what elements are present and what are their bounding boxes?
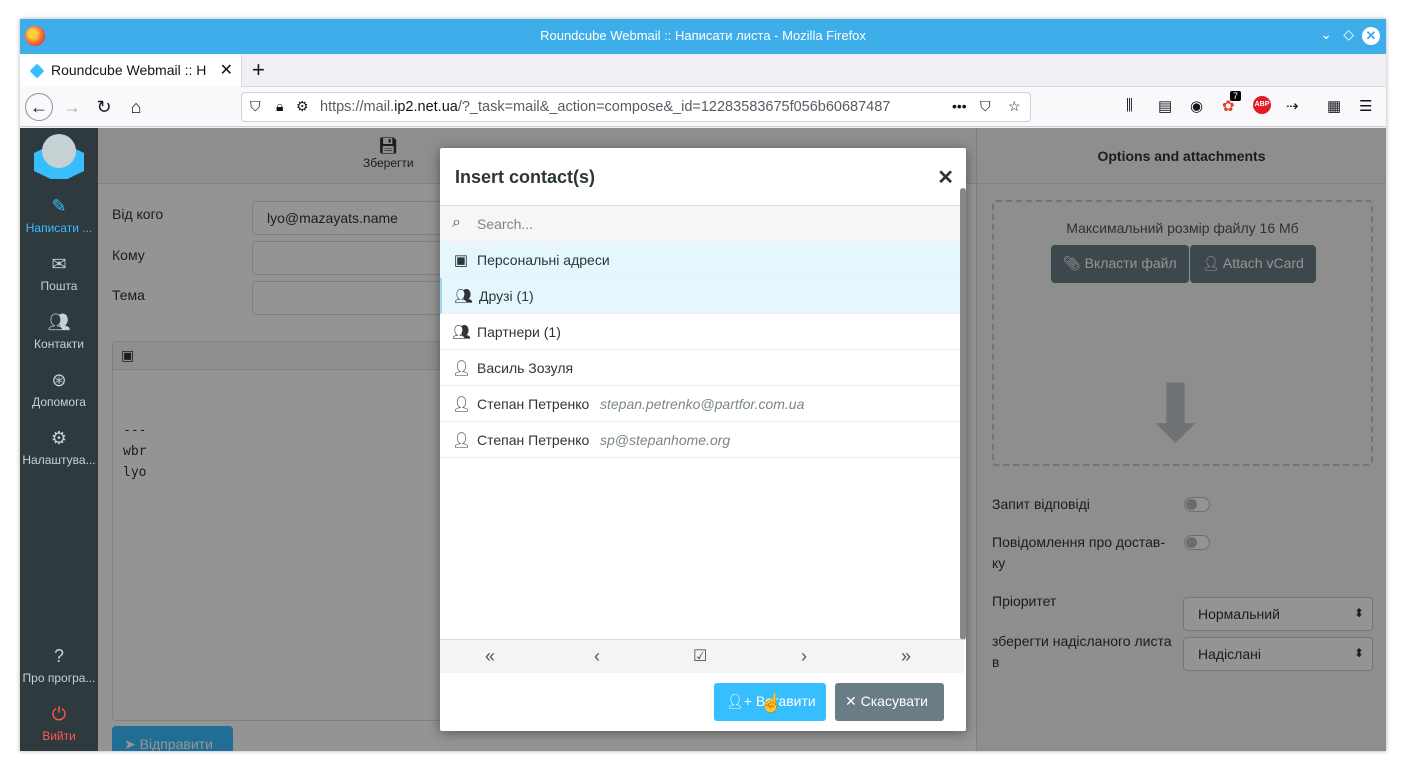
sidebar-item-help[interactable]: ⊛ Допомога [20,370,98,409]
dialog-title: Insert contact(s) [455,167,596,187]
maximize-icon[interactable]: ◇ [1343,26,1354,43]
edit-icon: ✎ [51,196,67,216]
list-item[interactable]: ▣ Персональні адреси [440,242,964,278]
scrollbar[interactable] [960,188,966,640]
page-actions-icon[interactable]: ••• [952,98,967,114]
last-page-icon[interactable]: » [901,646,911,667]
user-icon: 👤︎ [452,432,472,449]
browser-tab[interactable]: Roundcube Webmail :: Н ✕ [20,54,242,87]
pocket-icon[interactable]: ⛉ [980,98,991,115]
sidebar-item-compose[interactable]: ✎ Написати ... [20,196,98,235]
x-icon: ✕ [845,693,861,709]
list-item[interactable]: 👤︎ Василь Зозуля [440,350,964,386]
user-icon: 👤︎ [452,396,472,413]
group-icon: 👥︎ [452,324,472,341]
pagination: « ‹ ☑ › » [440,639,964,673]
home-icon[interactable]: ⌂ [122,93,150,121]
tab-strip: Roundcube Webmail :: Н ✕ + [20,54,1386,87]
gear-icon: ⚙ [50,428,68,448]
users-icon: 👥︎ [47,312,71,332]
cancel-button[interactable]: ✕ Скасувати [835,683,944,721]
window-close-icon[interactable]: ✕ [1362,27,1380,45]
roundcube-logo-icon [34,134,84,179]
next-page-icon[interactable]: › [801,646,807,667]
url-bar[interactable]: ⛉ 🔒︎ ⚙ https://mail.ip2.net.ua/?_task=ma… [241,92,1031,122]
list-item[interactable]: 👤︎ Степан Петренко stepan.petrenko@partf… [440,386,964,422]
tab-close-icon[interactable]: ✕ [220,60,233,80]
permissions-icon[interactable]: ⚙ [296,98,309,115]
close-icon[interactable]: ✕ [937,165,954,190]
dialog-footer: 👤︎+ Вставити ☝ ✕ Скасувати [440,673,964,731]
search-input[interactable]: Search... [477,216,533,232]
envelope-icon: ✉ [51,254,67,274]
sidebar-item-settings[interactable]: ⚙ Налаштува... [20,428,98,467]
navigation-bar: ← → ↻ ⌂ ⛉ 🔒︎ ⚙ https://mail.ip2.net.ua/?… [20,87,1386,127]
lock-icon[interactable]: 🔒︎ [276,98,283,115]
power-icon: ⏻ [51,704,67,724]
forward-arrow-icon[interactable]: → [58,93,86,121]
lifebuoy-icon: ⊛ [51,370,67,390]
new-tab-icon[interactable]: + [252,57,265,83]
list-item[interactable]: 👥︎ Друзі (1) [440,278,964,314]
list-item[interactable]: 👤︎ Степан Петренко sp@stepanhome.org [440,422,964,458]
back-arrow-icon[interactable]: ← [25,93,53,121]
contact-list: ▣ Персональні адреси 👥︎ Друзі (1) 👥︎ Пар… [440,242,964,458]
account-icon[interactable]: ◉ [1190,97,1203,115]
dialog-header: Insert contact(s) ✕ [440,148,966,206]
share-icon[interactable]: ⇢ [1286,97,1299,115]
sidebar-item-contacts[interactable]: 👥︎ Контакти [20,312,98,351]
roundcube-favicon-icon [29,63,45,79]
addon-badge: 7 [1230,91,1242,101]
sidebar-item-mail[interactable]: ✉ Пошта [20,254,98,293]
window-title: Roundcube Webmail :: Написати листа - Mo… [540,28,866,43]
tracking-shield-icon[interactable]: ⛉ [250,98,261,115]
contact-search[interactable]: ⌕ Search... [440,206,966,242]
select-all-icon[interactable]: ☑ [693,646,707,666]
add-user-icon: 👤︎+ [726,693,756,709]
tab-title: Roundcube Webmail :: Н [51,62,207,78]
sidebar-item-about[interactable]: ? Про програ... [20,646,98,685]
title-bar: Roundcube Webmail :: Написати листа - Mo… [20,19,1386,54]
question-icon: ? [53,646,64,666]
url-text[interactable]: https://mail.ip2.net.ua/?_task=mail&_act… [320,99,948,115]
extensions-icon[interactable]: ▦ [1327,97,1341,115]
insert-contacts-dialog: Insert contact(s) ✕ ⌕ Search... ▣ Персон… [440,148,966,731]
first-page-icon[interactable]: « [485,646,495,667]
pointer-cursor-icon: ☝ [760,693,783,713]
search-icon: ⌕ [452,214,461,231]
adblock-icon[interactable]: ABP [1253,96,1271,114]
sidebar-toggle-icon[interactable]: ▤ [1158,97,1172,115]
group-icon: 👥︎ [454,288,474,305]
list-item[interactable]: 👥︎ Партнери (1) [440,314,964,350]
sidebar-item-logout[interactable]: ⏻ Вийти [20,704,98,743]
hamburger-menu-icon[interactable]: ☰ [1359,97,1372,115]
browser-window: Roundcube Webmail :: Написати листа - Mo… [20,19,1386,751]
user-icon: 👤︎ [452,360,472,377]
address-book-icon: ▣ [453,252,469,269]
sidebar: ✎ Написати ... ✉ Пошта 👥︎ Контакти ⊛ Доп… [20,128,98,751]
minimize-icon[interactable]: ⌄ [1320,26,1332,43]
bookmark-star-icon[interactable]: ☆ [1008,98,1021,115]
library-icon[interactable]: ⫼ [1126,97,1133,114]
reload-icon[interactable]: ↻ [90,93,118,121]
previous-page-icon[interactable]: ‹ [594,646,600,667]
